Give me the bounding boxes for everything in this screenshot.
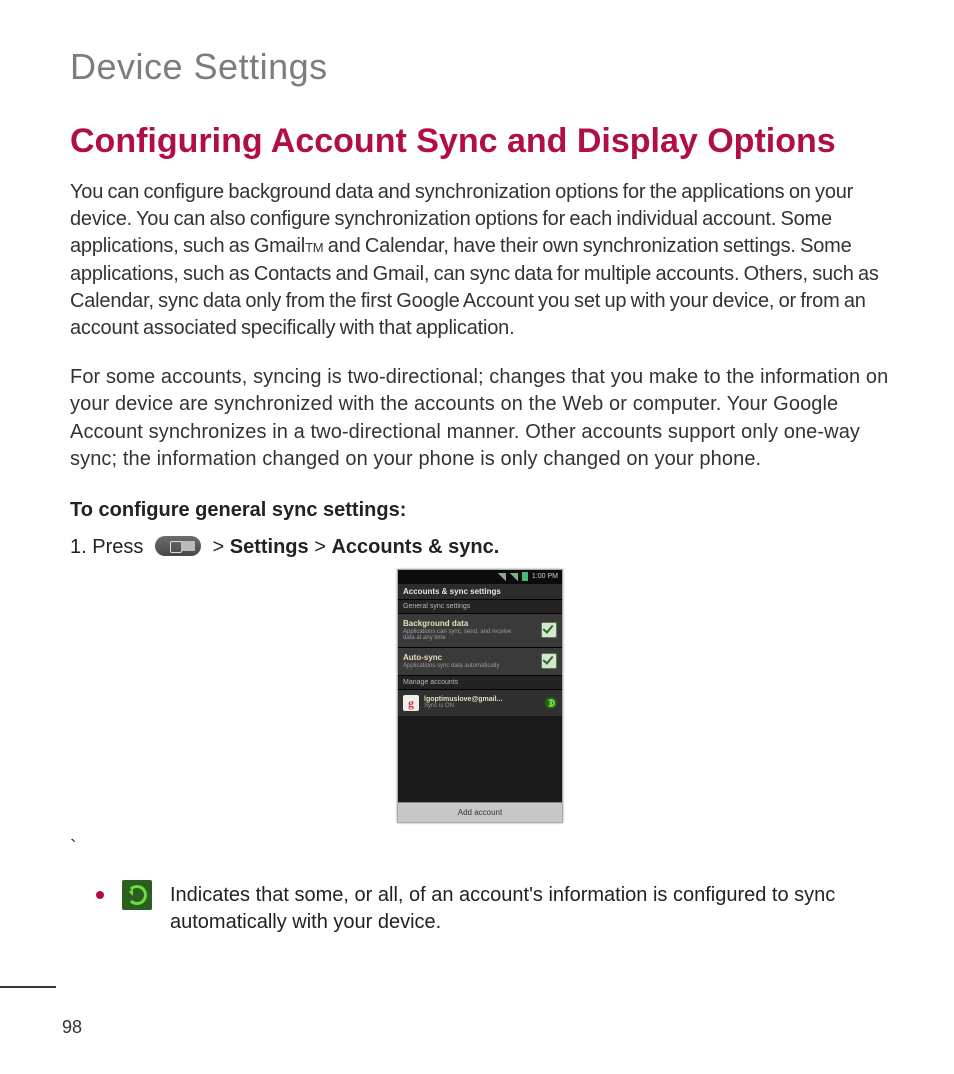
bullet-dot-icon bbox=[96, 891, 104, 899]
background-data-checkbox[interactable] bbox=[541, 622, 557, 638]
intro-paragraph-2: For some accounts, syncing is two-direct… bbox=[70, 364, 890, 473]
step-1-prefix: 1. Press bbox=[70, 536, 149, 558]
stray-backtick: ` bbox=[70, 837, 890, 860]
auto-sync-checkbox[interactable] bbox=[541, 653, 557, 669]
background-data-label: Background data bbox=[403, 619, 541, 628]
screen-title: Accounts & sync settings bbox=[398, 584, 562, 599]
status-bar: 1:00 PM bbox=[398, 570, 562, 584]
page-number: 98 bbox=[62, 1017, 82, 1038]
background-data-row[interactable]: Background data Applications can sync, s… bbox=[398, 613, 562, 647]
bullet-text: Indicates that some, or all, of an accou… bbox=[170, 882, 890, 936]
trademark-tm: TM bbox=[305, 240, 323, 255]
step-1: 1. Press > Settings > Accounts & sync. bbox=[70, 536, 890, 559]
auto-sync-sub: Applications sync data automatically bbox=[403, 663, 523, 670]
google-g-icon: g bbox=[403, 695, 419, 711]
general-sync-header: General sync settings bbox=[398, 599, 562, 613]
wifi-icon bbox=[510, 573, 518, 581]
battery-icon bbox=[522, 572, 528, 581]
sync-indicator-bullet: Indicates that some, or all, of an accou… bbox=[96, 882, 890, 936]
status-clock: 1:00 PM bbox=[532, 573, 558, 580]
empty-account-area bbox=[398, 716, 562, 802]
step-1-accounts-sync: Accounts & sync. bbox=[331, 536, 499, 558]
phone-screenshot: 1:00 PM Accounts & sync settings General… bbox=[397, 569, 563, 823]
account-row[interactable]: g lgoptimuslove@gmail... Sync is ON bbox=[398, 689, 562, 716]
account-email: lgoptimuslove@gmail... bbox=[424, 696, 502, 703]
manage-accounts-header: Manage accounts bbox=[398, 675, 562, 689]
sync-on-indicator-icon bbox=[122, 880, 152, 910]
configure-subhead: To configure general sync settings: bbox=[70, 499, 890, 522]
signal-icon bbox=[498, 573, 506, 581]
background-data-sub: Applications can sync, send, and receive… bbox=[403, 629, 523, 642]
footer-rule bbox=[0, 986, 56, 988]
home-hardware-button-icon bbox=[155, 536, 201, 556]
step-1-settings: Settings bbox=[230, 536, 309, 558]
auto-sync-row[interactable]: Auto-sync Applications sync data automat… bbox=[398, 647, 562, 675]
intro-paragraph-1: You can configure background data and sy… bbox=[70, 179, 890, 342]
auto-sync-label: Auto-sync bbox=[403, 653, 541, 662]
page-heading: Configuring Account Sync and Display Opt… bbox=[70, 122, 890, 161]
add-account-button[interactable]: Add account bbox=[398, 802, 562, 822]
step-1-sep-2: > bbox=[314, 536, 331, 558]
step-1-sep-1: > bbox=[212, 536, 229, 558]
section-title: Device Settings bbox=[70, 46, 890, 88]
account-sync-state: Sync is ON bbox=[424, 703, 502, 709]
sync-on-icon bbox=[545, 697, 557, 709]
